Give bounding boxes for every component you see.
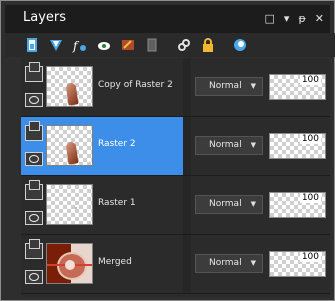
layer-group-icon[interactable] [25,180,43,200]
layer-name: Raster 2 [98,139,136,149]
visibility-eye-icon[interactable] [25,93,43,107]
layer-thumbnail [46,184,93,225]
opacity-field[interactable]: 100 [269,251,326,277]
layer-group-icon[interactable] [25,239,43,259]
layer-row[interactable]: Merged Normal ▼ 100 [21,235,330,294]
blend-mode-value: Normal [209,81,242,91]
layer-row-selected[interactable]: Raster 2 Normal ▼ 100 [21,117,330,176]
close-icon[interactable]: ✕ [315,13,324,25]
blend-mode-value: Normal [209,140,242,150]
opacity-value: 100 [299,134,321,144]
layer-toolbar: f [5,33,335,57]
layer-thumbnail [46,243,93,284]
opacity-field[interactable]: 100 [269,192,326,218]
restore-icon[interactable]: □ [265,13,275,25]
opacity-value: 100 [299,75,321,85]
visibility-eye-icon[interactable] [25,270,43,284]
chevron-down-icon[interactable]: ▾ [284,13,290,25]
link-layers-icon[interactable] [175,36,193,54]
opacity-field[interactable]: 100 [269,133,326,159]
layer-name: Copy of Raster 2 [98,80,173,90]
pin-icon[interactable]: ᵽ [298,13,305,25]
lock-layer-icon[interactable] [199,36,217,54]
visibility-eye-icon[interactable] [25,152,43,166]
layer-list[interactable]: Copy of Raster 2 Normal ▼ 100 Raster 2 N… [21,58,330,297]
layer-thumbnail [46,66,93,107]
title-controls: □ ▾ ᵽ ✕ [265,13,325,25]
duplicate-layer-icon[interactable] [143,36,161,54]
opacity-field[interactable]: 100 [269,74,326,100]
layer-group-icon[interactable] [25,62,43,82]
layer-gutter [5,58,21,297]
layer-name: Merged [98,257,132,267]
layer-row-main[interactable]: Raster 2 [21,117,183,175]
layer-name: Raster 1 [98,198,136,208]
layer-row-main[interactable]: Merged [21,235,183,293]
chevron-down-icon: ▼ [250,259,256,267]
layer-group-icon[interactable] [25,121,43,141]
blend-mode-dropdown[interactable]: Normal ▼ [195,136,263,155]
blend-mode-dropdown[interactable]: Normal ▼ [195,195,263,214]
new-fx-layer-icon[interactable]: f [71,36,89,54]
chevron-down-icon: ▼ [250,141,256,149]
visibility-eye-icon[interactable] [25,211,43,225]
new-mask-layer-icon[interactable] [95,36,113,54]
layers-palette: Layers □ ▾ ᵽ ✕ f Copy of Raster 2 Normal… [0,0,335,301]
palette-title: Layers [23,10,67,25]
titlebar[interactable]: Layers □ ▾ ᵽ ✕ [5,5,330,33]
blend-mode-value: Normal [209,258,242,268]
row-separator [183,235,191,293]
row-separator [183,58,191,116]
blend-mode-dropdown[interactable]: Normal ▼ [195,77,263,96]
chevron-down-icon: ▼ [250,82,256,90]
layer-row[interactable]: Copy of Raster 2 Normal ▼ 100 [21,58,330,117]
row-separator [183,117,191,175]
new-raster-layer-icon[interactable] [23,36,41,54]
layer-row-main[interactable]: Raster 1 [21,176,183,234]
layer-thumbnail [46,125,93,166]
blend-mode-value: Normal [209,199,242,209]
opacity-value: 100 [299,252,321,262]
chevron-down-icon: ▼ [250,200,256,208]
row-separator [183,176,191,234]
adjustment-layer-icon[interactable] [119,36,137,54]
svg-text:f: f [72,39,80,53]
new-vector-layer-icon[interactable] [47,36,65,54]
blend-mode-dropdown[interactable]: Normal ▼ [195,254,263,273]
layer-row[interactable]: Raster 1 Normal ▼ 100 [21,176,330,235]
opacity-value: 100 [299,193,321,203]
layer-row-main[interactable]: Copy of Raster 2 [21,58,183,116]
layer-styles-icon[interactable] [231,36,249,54]
